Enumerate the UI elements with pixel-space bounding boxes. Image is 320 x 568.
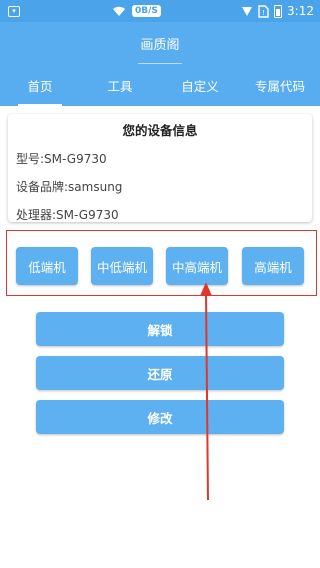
notification-icon: ▾ [8,5,20,17]
device-brand: 设备品牌:samsung [16,180,123,194]
tier-mid-high-button[interactable]: 中高端机 [166,247,228,285]
no-sim-icon: ! [258,4,269,18]
signal-icon [242,7,253,16]
tier-low-button[interactable]: 低端机 [16,247,78,285]
modify-button[interactable]: 修改 [36,400,284,434]
tab-custom[interactable]: 自定义 [160,64,240,106]
restore-button[interactable]: 还原 [36,356,284,390]
device-info-card: 您的设备信息 型号:SM-G9730 设备品牌:samsung 处理器:SM-G… [8,114,312,222]
device-model: 型号:SM-G9730 [16,152,107,166]
tab-tools[interactable]: 工具 [80,64,160,106]
tab-bar: 首页 工具 自定义 专属代码 [0,64,320,106]
tab-home[interactable]: 首页 [0,64,80,106]
unlock-button[interactable]: 解锁 [36,312,284,346]
tier-mid-low-button[interactable]: 中低端机 [91,247,153,285]
svg-text:!: ! [262,9,265,17]
app-title: 画质阁 [140,37,180,53]
clock: 3:12 [287,4,314,18]
tier-high-button[interactable]: 高端机 [242,247,304,285]
tab-exclusive-code[interactable]: 专属代码 [240,64,320,106]
device-info-title: 您的设备信息 [122,123,198,138]
network-speed: 0B/S [132,5,161,17]
wifi-icon [113,6,125,16]
battery-icon [274,4,283,18]
app-title-bar: 画质阁 [0,22,320,64]
device-processor: 处理器:SM-G9730 [16,208,119,222]
status-bar: ▾ 0B/S ! 3:12 [0,0,320,22]
